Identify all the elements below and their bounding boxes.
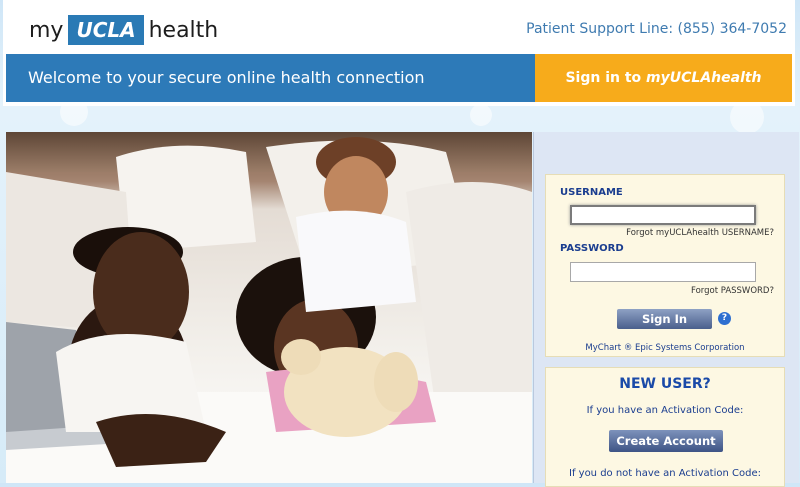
family-illustration [6, 132, 532, 483]
hero-family-photo [6, 132, 532, 483]
username-input[interactable] [570, 205, 756, 225]
logo-ucla: UCLA [68, 15, 144, 45]
create-account-button[interactable]: Create Account [609, 430, 723, 452]
username-label: USERNAME [560, 187, 623, 198]
signin-banner: Sign in to myUCLAhealth [535, 54, 792, 102]
password-label: PASSWORD [560, 243, 624, 254]
login-form: USERNAME Forgot myUCLAhealth USERNAME? P… [545, 174, 785, 357]
forgot-username-link[interactable]: Forgot myUCLAhealth USERNAME? [626, 228, 774, 238]
myuclahealth-logo[interactable]: my UCLA health [29, 15, 218, 45]
logo-health: health [148, 17, 219, 43]
sign-in-button[interactable]: Sign In [617, 309, 712, 329]
help-icon[interactable]: ? [718, 312, 731, 325]
new-user-box: NEW USER? If you have an Activation Code… [545, 367, 785, 487]
new-user-title: NEW USER? [619, 376, 711, 392]
signin-banner-brand: myUCLAhealth [646, 70, 762, 86]
password-input[interactable] [570, 262, 756, 282]
signin-banner-prefix: Sign in to [565, 70, 647, 86]
logo-my: my [29, 17, 64, 43]
welcome-banner: Welcome to your secure online health con… [6, 54, 535, 102]
has-activation-code-text: If you have an Activation Code: [586, 405, 744, 416]
login-panel: USERNAME Forgot myUCLAhealth USERNAME? P… [533, 132, 799, 487]
epic-copyright-link[interactable]: MyChart ® Epic Systems Corporation [546, 343, 784, 353]
patient-support-line: Patient Support Line: (855) 364-7052 [526, 21, 787, 37]
forgot-password-link[interactable]: Forgot PASSWORD? [691, 286, 774, 296]
background-bubble [470, 104, 492, 126]
no-activation-code-text: If you do not have an Activation Code: [569, 468, 761, 479]
